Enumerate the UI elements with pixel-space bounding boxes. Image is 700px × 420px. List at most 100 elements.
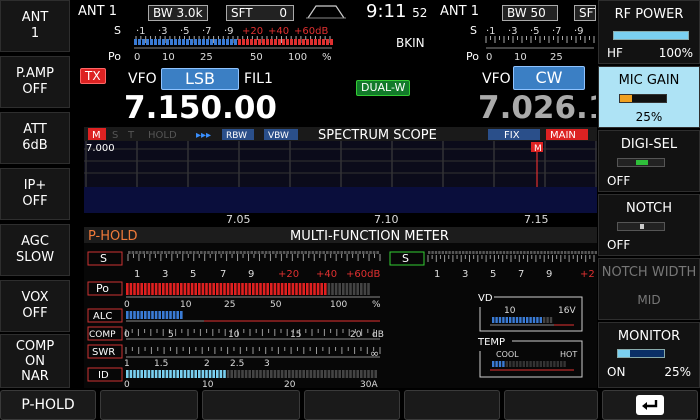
bottom-button-6[interactable] xyxy=(504,390,598,420)
sub-bw-box[interactable]: BW 50 xyxy=(502,5,558,21)
meter-id-segment xyxy=(313,370,316,378)
sft-value: 0 xyxy=(279,6,287,20)
meter-sub-s-segment xyxy=(451,251,455,254)
main-po-segment xyxy=(198,39,201,45)
sub-mode-button[interactable]: CW xyxy=(513,66,585,90)
meter-id-segment xyxy=(172,370,176,378)
scope-fix[interactable]: FIX xyxy=(504,130,520,141)
main-po-red-segment xyxy=(298,39,301,45)
main-po-red-segment xyxy=(250,39,253,45)
meter-id-segment xyxy=(133,370,136,378)
meter-po-segment xyxy=(126,283,129,295)
meter-sub-s-segment xyxy=(506,251,509,254)
ipplus-button[interactable]: IP+ OFF xyxy=(0,168,70,220)
meter-po-segment xyxy=(334,283,338,295)
meter-po-segment xyxy=(363,283,367,295)
meter-id-segment xyxy=(248,370,251,378)
meter-sub-s-segment xyxy=(591,251,594,254)
notch-button[interactable]: NOTCH OFF xyxy=(598,194,700,256)
scope-rbw[interactable]: RBW xyxy=(226,131,247,141)
scope-vbw[interactable]: VBW xyxy=(268,131,289,141)
meter-sub-s-segment xyxy=(472,251,475,254)
meter-id-segment xyxy=(273,370,277,378)
meter-id-segment xyxy=(158,370,161,378)
bottom-button-2[interactable] xyxy=(100,390,198,420)
meter-id-segment xyxy=(334,370,338,378)
sub-po-scale-25: 25 xyxy=(550,52,563,62)
phold-button[interactable]: P-HOLD xyxy=(0,390,96,420)
mic-gain-button[interactable]: MIC GAIN 25% xyxy=(598,66,700,128)
att-button[interactable]: ATT 6dB xyxy=(0,112,70,164)
meter-vd-segment xyxy=(505,317,508,323)
s-scale-5: ·5 xyxy=(180,26,190,37)
meter-s-segment xyxy=(207,251,210,254)
main-filter[interactable]: FIL1 xyxy=(244,71,273,87)
monitor-button[interactable]: MONITOR ON 25% xyxy=(598,322,700,388)
main-bw-box[interactable]: BW 3.0k xyxy=(148,5,208,21)
meter-po-segment xyxy=(255,283,259,295)
pamp-button[interactable]: P.AMP OFF xyxy=(0,56,70,108)
main-po-red-segment xyxy=(246,39,249,45)
rf-power-button[interactable]: RF POWER HF 100% xyxy=(598,0,700,64)
rf-power-bar xyxy=(613,31,689,40)
meter-s-segment xyxy=(369,251,372,254)
meter-id-segment xyxy=(342,370,345,378)
monitor-bar-fill xyxy=(618,350,630,357)
scope-main[interactable]: MAIN xyxy=(550,130,576,141)
notch-width-button[interactable]: NOTCH WIDTH MID xyxy=(598,258,700,320)
meter-temp-segment xyxy=(515,361,519,367)
back-button[interactable] xyxy=(602,390,698,420)
comp-button[interactable]: COMP ON NAR xyxy=(0,334,70,388)
po-scale-10: 10 xyxy=(162,52,175,62)
main-po-segment xyxy=(178,39,181,45)
meter-id-segment xyxy=(270,370,273,378)
notch-width-value: MID xyxy=(637,293,661,307)
main-frequency[interactable]: 7.150.00 xyxy=(124,90,277,126)
sub-frequency[interactable]: 7.026.1 xyxy=(478,90,596,126)
meter-po-segment xyxy=(309,283,313,295)
meter-po-segment xyxy=(151,283,154,295)
main-sft-box[interactable]: SFT 0 xyxy=(226,5,294,21)
s-scale-plus40: +40 xyxy=(268,26,289,37)
meter-id-segment xyxy=(277,370,280,378)
meter-alc-segment xyxy=(147,311,151,319)
s-scale-9: ·9 xyxy=(224,26,234,37)
main-po-segment xyxy=(190,39,193,45)
meter-id-segment xyxy=(151,370,154,378)
mic-gain-value: 25% xyxy=(635,110,663,124)
meter-comp-20: 20 xyxy=(350,330,362,340)
meter-sub-s-segment xyxy=(587,251,591,254)
pamp-label: P.AMP xyxy=(16,66,54,81)
sub-vfo-label[interactable]: VFO xyxy=(482,71,511,87)
meter-id-0: 0 xyxy=(124,380,130,388)
main-bw: BW 3.0k xyxy=(153,6,203,20)
meter-id-segment xyxy=(298,370,302,378)
spectrum-scope[interactable]: M S T HOLD ▸▸▸ RBW VBW SPECTRUM SCOPE FI… xyxy=(84,127,597,227)
digi-sel-button[interactable]: DIGI-SEL OFF xyxy=(598,130,700,192)
meter-id-segment xyxy=(266,370,269,378)
bottom-button-3[interactable] xyxy=(202,390,300,420)
main-vfo-label[interactable]: VFO xyxy=(128,71,157,87)
meter-vd-max: 16V xyxy=(558,306,576,316)
meter-po-segment xyxy=(162,283,165,295)
vox-button[interactable]: VOX OFF xyxy=(0,280,70,332)
bottom-button-4[interactable] xyxy=(304,390,400,420)
main-mode-button[interactable]: LSB xyxy=(161,68,239,90)
digi-sel-value: OFF xyxy=(607,174,631,188)
meter-po-10: 10 xyxy=(180,300,192,310)
meter-po-segment xyxy=(205,283,208,295)
meter-id-segment xyxy=(316,370,320,378)
meter-s-segment xyxy=(340,251,343,254)
sub-sft-box[interactable]: SFT xyxy=(574,5,596,21)
ant-button[interactable]: ANT 1 xyxy=(0,0,70,52)
meter-sub-s-segment xyxy=(485,251,489,254)
bottom-button-5[interactable] xyxy=(404,390,500,420)
meter-sub-s-segment xyxy=(513,251,516,254)
meter-id-segment xyxy=(374,370,377,378)
s-scale-plus20: +20 xyxy=(242,26,263,37)
meter-s-segment xyxy=(318,251,322,254)
main-po-segment xyxy=(162,39,165,45)
meter-id-segment xyxy=(295,370,298,378)
agc-button[interactable]: AGC SLOW xyxy=(0,224,70,276)
meter-sub-s-label: S xyxy=(402,252,409,265)
